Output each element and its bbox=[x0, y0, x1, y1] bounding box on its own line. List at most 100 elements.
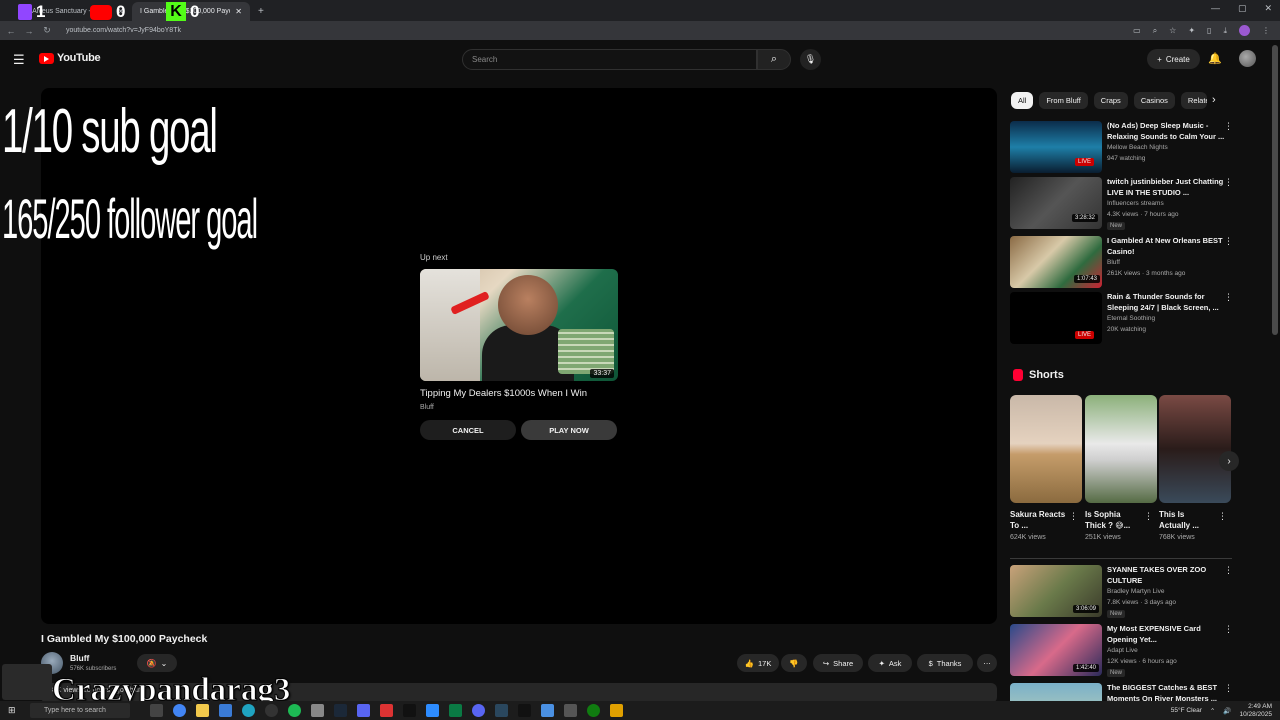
short-title[interactable]: This Is Actually ... bbox=[1159, 509, 1217, 531]
close-window-icon[interactable]: ✕ bbox=[1264, 3, 1272, 14]
app-icon[interactable] bbox=[426, 704, 439, 717]
chevron-right-icon[interactable]: › bbox=[1212, 94, 1216, 106]
more-vert-icon[interactable]: ⋮ bbox=[1224, 236, 1233, 247]
reload-icon[interactable]: ↻ bbox=[38, 25, 56, 36]
zoom-icon[interactable]: ⌕ bbox=[1153, 26, 1157, 36]
taskview-icon[interactable] bbox=[150, 704, 163, 717]
search-button[interactable]: ⌕ bbox=[757, 49, 791, 70]
more-vert-icon[interactable]: ⋮ bbox=[1224, 177, 1233, 188]
kick-icon[interactable] bbox=[518, 704, 531, 717]
short-thumbnail[interactable] bbox=[1159, 395, 1231, 503]
thanks-button[interactable]: $ Thanks bbox=[917, 654, 973, 672]
more-vert-icon[interactable]: ⋮ bbox=[1224, 624, 1233, 635]
chip-casinos[interactable]: Casinos bbox=[1133, 92, 1175, 109]
search-input[interactable]: Search bbox=[462, 49, 757, 70]
app-icon[interactable] bbox=[564, 704, 577, 717]
app-icon[interactable] bbox=[449, 704, 462, 717]
chip-from-bluff[interactable]: From Bluff bbox=[1039, 92, 1088, 109]
app-icon[interactable] bbox=[610, 704, 623, 717]
more-actions-button[interactable]: ⋯ bbox=[977, 654, 997, 672]
more-vert-icon[interactable]: ⋮ bbox=[1069, 511, 1078, 522]
recommendation-item[interactable]: LIVE Rain & Thunder Sounds for Sleeping … bbox=[1010, 292, 1235, 344]
recommendation-item[interactable]: The BIGGEST Catches & BEST Moments On Ri… bbox=[1010, 683, 1235, 701]
short-thumbnail[interactable] bbox=[1085, 395, 1157, 503]
explorer-icon[interactable] bbox=[196, 704, 209, 717]
short-title[interactable]: Sakura Reacts To ... bbox=[1010, 509, 1068, 531]
cast-icon[interactable]: ▭ bbox=[1133, 26, 1141, 35]
youtube-logo[interactable]: YouTube bbox=[39, 52, 101, 64]
new-tab-button[interactable]: + bbox=[250, 2, 272, 21]
channel-name[interactable]: Bluff bbox=[70, 653, 89, 663]
cancel-button[interactable]: CANCEL bbox=[420, 420, 516, 440]
maximize-icon[interactable]: ▢ bbox=[1238, 3, 1247, 14]
kick-icon: K bbox=[166, 2, 186, 22]
recommendation-item[interactable]: 1:07:43 I Gambled At New Orleans BEST Ca… bbox=[1010, 236, 1235, 288]
volume-icon[interactable]: 🔊 bbox=[1223, 707, 1231, 715]
account-avatar[interactable] bbox=[1239, 50, 1256, 67]
app-icon[interactable] bbox=[357, 704, 370, 717]
close-icon[interactable]: ✕ bbox=[235, 7, 242, 16]
chip-craps[interactable]: Craps bbox=[1093, 92, 1128, 109]
menu-dots-icon[interactable]: ⋮ bbox=[1262, 26, 1270, 35]
ask-button[interactable]: ✦ Ask bbox=[868, 654, 912, 672]
url-field[interactable]: youtube.com/watch?v=JyF94boY8Tk bbox=[66, 27, 181, 34]
xbox-icon[interactable] bbox=[587, 704, 600, 717]
hamburger-menu-icon[interactable]: ☰ bbox=[13, 52, 25, 68]
obs-icon[interactable] bbox=[265, 704, 278, 717]
edge-icon[interactable] bbox=[242, 704, 255, 717]
shorts-icon bbox=[1013, 369, 1023, 381]
app-icon[interactable] bbox=[541, 704, 554, 717]
sidepanel-icon[interactable]: ▯ bbox=[1207, 26, 1211, 35]
voice-search-button[interactable]: 🎙 bbox=[800, 49, 821, 70]
more-vert-icon[interactable]: ⋮ bbox=[1224, 683, 1233, 694]
short-title[interactable]: Is Sophia Thick ? 😅... bbox=[1085, 509, 1143, 531]
notifications-bell-icon[interactable]: 🔔 bbox=[1208, 52, 1222, 65]
forward-icon[interactable]: → bbox=[20, 26, 38, 36]
clock[interactable]: 2:49 AM 10/28/2025 bbox=[1239, 703, 1272, 719]
weather-text[interactable]: 55°F Clear bbox=[1171, 707, 1202, 714]
back-icon[interactable]: ← bbox=[2, 26, 20, 36]
shorts-next-button[interactable]: › bbox=[1219, 451, 1239, 471]
up-next-thumbnail[interactable]: 33:37 bbox=[420, 269, 618, 381]
download-icon[interactable]: ⤓ bbox=[1223, 26, 1227, 36]
tiktok-icon[interactable] bbox=[403, 704, 416, 717]
create-button[interactable]: + Create bbox=[1147, 49, 1200, 69]
more-vert-icon[interactable]: ⋮ bbox=[1224, 121, 1233, 132]
like-button[interactable]: 👍 17K bbox=[737, 654, 779, 672]
store-icon[interactable] bbox=[219, 704, 232, 717]
spotify-icon[interactable] bbox=[288, 704, 301, 717]
extensions-icon[interactable]: ✦ bbox=[1188, 26, 1195, 35]
discord-icon[interactable] bbox=[472, 704, 485, 717]
steam-icon[interactable] bbox=[334, 704, 347, 717]
short-thumbnail[interactable] bbox=[1010, 395, 1082, 503]
recommendation-item[interactable]: 1:42:40 My Most EXPENSIVE Card Opening Y… bbox=[1010, 624, 1235, 677]
more-vert-icon[interactable]: ⋮ bbox=[1144, 511, 1153, 522]
steam-icon[interactable] bbox=[495, 704, 508, 717]
share-button[interactable]: ↪ Share bbox=[813, 654, 863, 672]
network-icon[interactable]: ⌃ bbox=[1210, 707, 1215, 715]
up-next-title[interactable]: Tipping My Dealers $1000s When I Win bbox=[420, 388, 587, 399]
minimize-icon[interactable]: — bbox=[1211, 3, 1220, 14]
page-scrollbar[interactable] bbox=[1272, 45, 1278, 335]
play-now-button[interactable]: PLAY NOW bbox=[521, 420, 617, 440]
taskbar-search[interactable]: Type here to search bbox=[30, 703, 130, 718]
webcam-overlay bbox=[2, 664, 52, 700]
star-icon[interactable]: ☆ bbox=[1169, 26, 1176, 35]
recommendation-meta: 4.3K views · 7 hours ago bbox=[1107, 211, 1179, 218]
windows-start-icon[interactable]: ⊞ bbox=[8, 705, 16, 716]
chip-all[interactable]: All bbox=[1011, 92, 1034, 109]
more-vert-icon[interactable]: ⋮ bbox=[1218, 511, 1227, 522]
recommendation-item[interactable]: 3:06:09 SYANNE TAKES OVER ZOO CULTURE Br… bbox=[1010, 565, 1235, 618]
more-vert-icon[interactable]: ⋮ bbox=[1224, 292, 1233, 303]
recommendation-item[interactable]: 3:28:32 twitch justinbieber Just Chattin… bbox=[1010, 177, 1235, 230]
dislike-button[interactable]: 👎 bbox=[781, 654, 807, 672]
chip-related[interactable]: Relate bbox=[1180, 92, 1207, 109]
more-vert-icon[interactable]: ⋮ bbox=[1224, 565, 1233, 576]
app-icon[interactable] bbox=[380, 704, 393, 717]
recommendation-item[interactable]: LIVE (No Ads) Deep Sleep Music - Relaxin… bbox=[1010, 121, 1235, 173]
recommendation-channel: Adapt Live bbox=[1107, 647, 1138, 654]
app-icon[interactable] bbox=[311, 704, 324, 717]
chrome-icon[interactable] bbox=[173, 704, 186, 717]
profile-icon[interactable] bbox=[1239, 25, 1250, 36]
subscribed-button[interactable]: 🔕 ⌄ bbox=[137, 654, 177, 672]
